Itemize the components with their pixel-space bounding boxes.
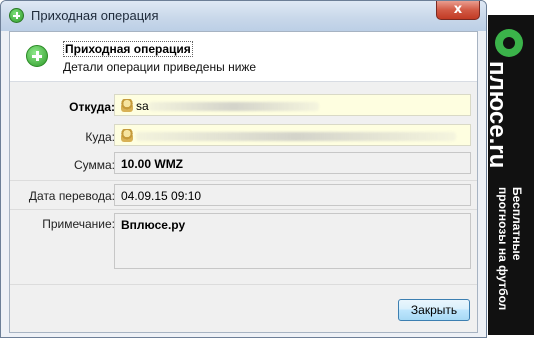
header-title: Приходная операция [63,41,193,57]
separator [10,284,477,285]
header-subtitle: Детали операции приведены ниже [63,60,257,74]
date-field[interactable]: 04.09.15 09:10 [114,184,471,206]
to-field[interactable] [114,124,471,146]
from-field[interactable]: sa [114,94,471,116]
side-banner[interactable]: плюсе.ru Бесплатные прогнозы на футбол [484,15,534,335]
date-label: Дата перевода: [28,189,115,203]
plus-circle-icon [9,8,24,23]
close-icon: x [453,2,463,17]
redacted-text [148,102,319,111]
separator [10,209,477,210]
separator [10,180,477,181]
window-title: Приходная операция [31,8,159,23]
window-close-button[interactable]: x [436,1,480,20]
close-button[interactable]: Закрыть [398,299,470,321]
plus-circle-icon [26,45,48,67]
banner-tagline: Бесплатные прогнозы на футбол [496,187,524,311]
purse-icon [121,129,133,142]
dialog-header: Приходная операция Детали операции приве… [10,32,477,82]
from-label: Откуда: [69,100,115,114]
logo-icon [495,29,523,57]
purse-icon [121,99,133,112]
memo-field[interactable]: Вплюсе.ру [114,213,471,269]
dialog-body: Приходная операция Детали операции приве… [9,31,478,333]
sum-label: Сумма: [73,158,115,172]
sum-field[interactable]: 10.00 WMZ [114,152,471,174]
logo-text: плюсе.ru [484,61,511,169]
memo-label: Примечание: [42,217,115,231]
dialog-window: Приходная операция x Приходная операция … [0,0,487,338]
title-bar: Приходная операция x [1,1,486,31]
redacted-text [136,132,456,141]
from-value: sa [136,99,149,113]
to-label: Куда: [85,130,115,144]
